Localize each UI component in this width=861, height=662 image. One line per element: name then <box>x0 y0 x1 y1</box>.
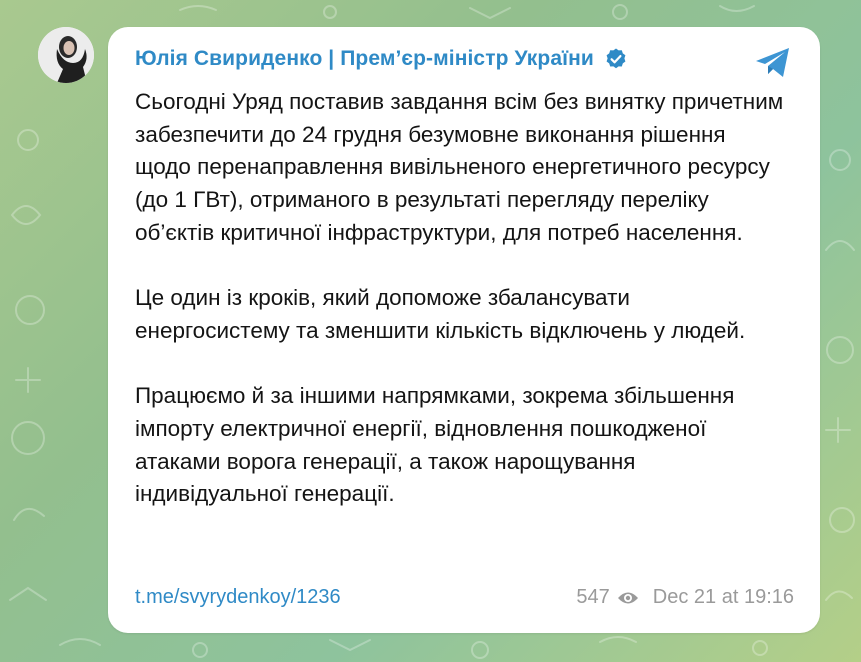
eye-icon <box>617 589 639 605</box>
message-card: Юлія Свириденко | Прем’єр-міністр Україн… <box>108 27 820 633</box>
message-header: Юлія Свириденко | Прем’єр-міністр Україн… <box>135 44 794 74</box>
verified-badge-icon <box>604 47 628 71</box>
channel-name[interactable]: Юлія Свириденко | Прем’єр-міністр Україн… <box>135 47 594 71</box>
message-meta: 547 Dec 21 at 19:16 <box>576 586 794 609</box>
channel-avatar[interactable] <box>38 27 94 83</box>
view-count: 547 <box>576 585 610 608</box>
message-paragraph: Працюємо й за іншими напрямками, зокрема… <box>135 383 735 507</box>
telegram-share-icon[interactable] <box>752 41 794 83</box>
message-paragraph: Сьогодні Уряд поставив завдання всім без… <box>135 89 784 245</box>
message-footer: t.me/svyrydenkoy/1236 547 Dec 21 at 19:1… <box>135 583 794 611</box>
message-text: Сьогодні Уряд поставив завдання всім без… <box>135 86 785 511</box>
message-timestamp: Dec 21 at 19:16 <box>652 585 794 608</box>
message-paragraph: Це один із кроків, який допоможе збаланс… <box>135 285 746 343</box>
avatar-image <box>38 27 94 83</box>
post-link[interactable]: t.me/svyrydenkoy/1236 <box>135 586 341 609</box>
